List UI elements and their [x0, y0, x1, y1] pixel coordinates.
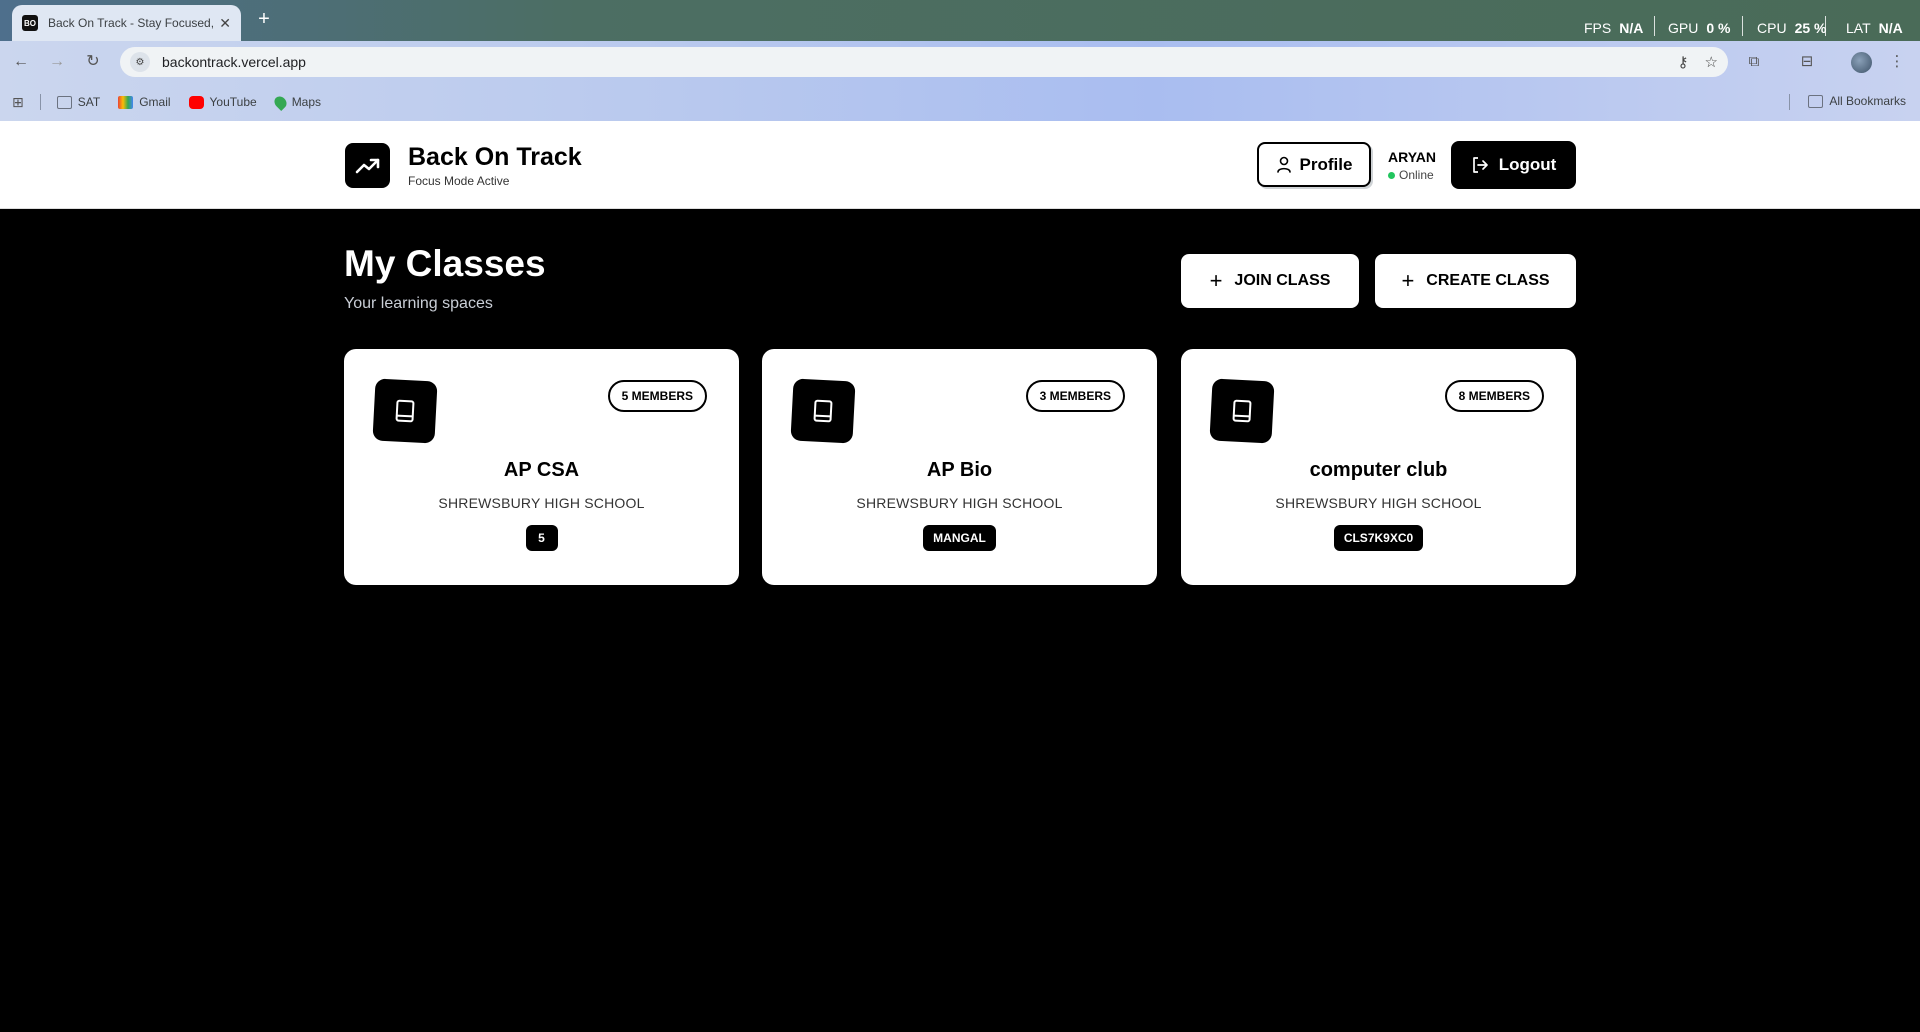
brand-subtitle: Focus Mode Active — [408, 174, 510, 188]
class-code: CLS7K9XC0 — [1333, 525, 1424, 551]
user-icon — [1276, 156, 1291, 173]
join-class-button[interactable]: + JOIN CLASS — [1181, 254, 1359, 308]
logout-label: Logout — [1498, 155, 1557, 174]
bookmark-maps[interactable]: Maps — [271, 93, 322, 111]
youtube-icon — [188, 95, 204, 109]
book-icon — [790, 378, 856, 444]
gpu-value: 0 % — [1706, 20, 1731, 36]
school-name: SHREWSBURY HIGH SCHOOL — [1275, 495, 1482, 511]
lat-indicator: LAT N/A — [1846, 18, 1903, 38]
class-name: AP Bio — [926, 459, 993, 481]
user-status-label: Online — [1399, 168, 1434, 182]
new-tab-button[interactable]: + — [252, 8, 276, 32]
folder-icon — [56, 95, 72, 109]
bookmark-label: Maps — [291, 95, 322, 109]
gpu-indicator: GPU 0 % — [1668, 18, 1730, 38]
trending-up-icon — [355, 158, 379, 173]
class-code-wrap: MANGAL — [762, 525, 1157, 551]
bookmarks-bar: ⊞ SAT Gmail YouTube Maps All Bookmarks — [0, 83, 1920, 121]
join-class-label: JOIN CLASS — [1234, 272, 1331, 289]
logout-icon — [1472, 157, 1488, 173]
gpu-label: GPU — [1668, 20, 1699, 36]
browser-profile-avatar[interactable] — [1851, 52, 1872, 73]
bookmark-sat[interactable]: SAT — [56, 95, 101, 109]
perf-divider — [1742, 16, 1743, 36]
lat-value: N/A — [1878, 20, 1903, 36]
cpu-indicator: CPU 25 % — [1757, 18, 1826, 38]
school-name: SHREWSBURY HIGH SCHOOL — [856, 495, 1063, 511]
perf-divider — [1654, 16, 1655, 36]
create-class-label: CREATE CLASS — [1426, 272, 1550, 289]
class-code: 5 — [525, 525, 558, 551]
bookmark-gmail[interactable]: Gmail — [118, 95, 171, 109]
plus-icon: + — [1401, 268, 1415, 293]
logout-button[interactable]: Logout — [1451, 141, 1576, 189]
fps-indicator: FPS N/A — [1584, 18, 1643, 38]
site-favicon-icon: BO — [22, 15, 38, 31]
bookmark-label: Gmail — [139, 95, 171, 109]
extensions-icon[interactable]: ⧉ — [1743, 51, 1765, 73]
school-name: SHREWSBURY HIGH SCHOOL — [438, 495, 645, 511]
bookmark-star-icon[interactable]: ☆ — [1705, 53, 1718, 71]
forward-icon[interactable]: → — [46, 51, 68, 73]
all-bookmarks-button[interactable]: All Bookmarks — [1808, 94, 1906, 108]
page-subtitle: Your learning spaces — [344, 295, 493, 312]
fps-value: N/A — [1619, 20, 1644, 36]
class-name: computer club — [1309, 459, 1448, 481]
class-code-wrap: 5 — [344, 525, 739, 551]
lat-label: LAT — [1846, 20, 1871, 36]
close-tab-icon[interactable]: ✕ — [219, 15, 231, 32]
browser-tab[interactable]: BO Back On Track - Stay Focused, S ✕ — [12, 5, 241, 41]
app-header: Back On Track Focus Mode Active Profile … — [0, 121, 1920, 209]
user-name: ARYAN — [1388, 149, 1436, 165]
class-card[interactable]: 5 MEMBERS AP CSA SHREWSBURY HIGH SCHOOL … — [344, 349, 739, 585]
online-dot-icon — [1388, 171, 1395, 179]
all-bookmarks-label: All Bookmarks — [1829, 94, 1906, 108]
site-info-icon[interactable]: ⚙ — [130, 52, 150, 72]
profile-button[interactable]: Profile — [1257, 142, 1371, 187]
class-name: AP CSA — [503, 459, 580, 481]
key-icon[interactable]: ⚷ — [1678, 53, 1689, 71]
member-count-badge: 5 MEMBERS — [607, 380, 707, 412]
browser-tab-strip: BO Back On Track - Stay Focused, S ✕ + F… — [0, 0, 1920, 41]
brand-name: Back On Track — [408, 143, 582, 171]
member-count-badge: 8 MEMBERS — [1444, 380, 1544, 412]
class-card[interactable]: 8 MEMBERS computer club SHREWSBURY HIGH … — [1181, 349, 1576, 585]
class-card[interactable]: 3 MEMBERS AP Bio SHREWSBURY HIGH SCHOOL … — [762, 349, 1157, 585]
maps-icon — [271, 93, 289, 111]
apps-grid-icon[interactable]: ⊞ — [12, 94, 24, 111]
profile-label: Profile — [1299, 154, 1353, 174]
url-text[interactable]: backontrack.vercel.app — [162, 54, 1662, 70]
tab-search-icon[interactable]: ⊟ — [1796, 51, 1818, 73]
bookmark-label: YouTube — [209, 95, 257, 109]
fps-label: FPS — [1584, 20, 1612, 36]
brand-logo[interactable] — [345, 143, 390, 188]
back-icon[interactable]: ← — [10, 51, 32, 73]
book-icon — [1209, 378, 1275, 444]
gmail-icon — [118, 95, 134, 109]
create-class-button[interactable]: + CREATE CLASS — [1375, 254, 1576, 308]
bookmarks-divider — [1789, 94, 1790, 110]
bookmark-youtube[interactable]: YouTube — [188, 95, 257, 109]
tab-title: Back On Track - Stay Focused, S — [48, 16, 214, 30]
perf-divider — [1825, 16, 1826, 36]
cpu-label: CPU — [1757, 20, 1787, 36]
class-code-wrap: CLS7K9XC0 — [1181, 525, 1576, 551]
class-code: MANGAL — [923, 525, 996, 551]
address-bar[interactable]: ⚙ backontrack.vercel.app ⚷ ☆ — [120, 47, 1728, 77]
menu-kebab-icon[interactable]: ⋮ — [1886, 51, 1908, 73]
browser-toolbar: ← → ↻ ⚙ backontrack.vercel.app ⚷ ☆ ⧉ ⊟ ⋮ — [0, 41, 1920, 83]
folder-icon — [1808, 94, 1824, 108]
page-title: My Classes — [344, 243, 546, 284]
bookmark-label: SAT — [77, 95, 101, 109]
cpu-value: 25 % — [1794, 20, 1827, 36]
bookmarks-divider — [39, 94, 41, 110]
reload-icon[interactable]: ↻ — [82, 51, 104, 73]
member-count-badge: 3 MEMBERS — [1025, 380, 1125, 412]
plus-icon: + — [1209, 268, 1223, 293]
user-status: Online — [1388, 168, 1434, 182]
book-icon — [372, 378, 438, 444]
